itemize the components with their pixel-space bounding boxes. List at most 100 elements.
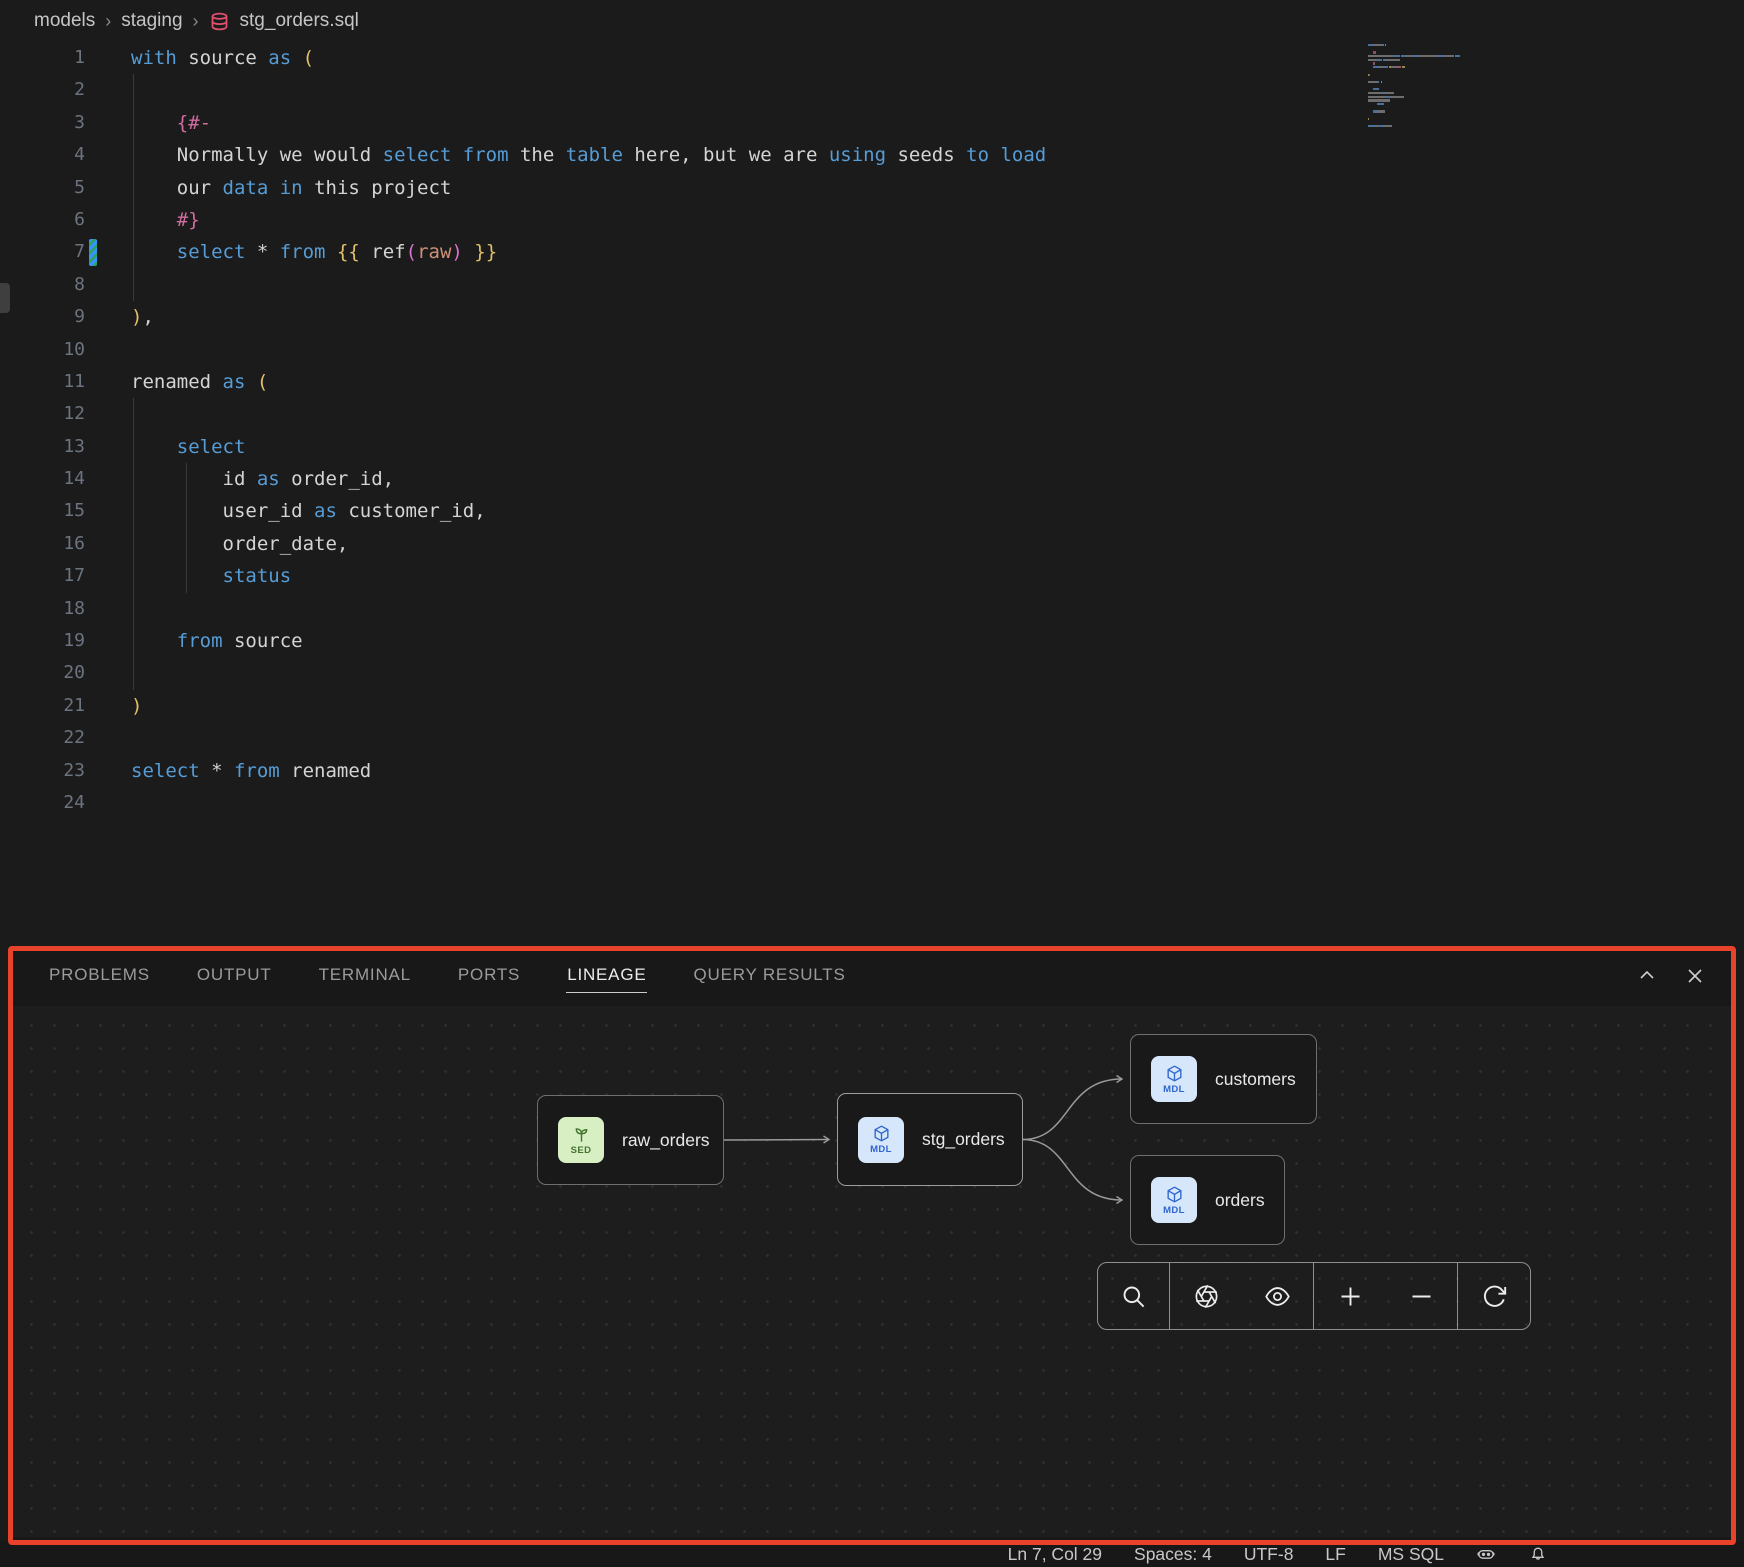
code-editor[interactable]: 1with source as (23 {#-4 Normally we wou… <box>0 42 1744 942</box>
line-number: 4 <box>0 139 85 171</box>
zoom-out-button[interactable] <box>1386 1263 1458 1329</box>
line-number: 20 <box>0 657 85 689</box>
code-line[interactable]: 9), <box>0 301 1744 333</box>
indent-guide <box>186 463 187 593</box>
status-ms-sql[interactable]: MS SQL <box>1378 1544 1444 1565</box>
notifications-bell-icon[interactable] <box>1528 1544 1548 1564</box>
line-number: 21 <box>0 690 85 722</box>
node-label: stg_orders <box>922 1129 1005 1150</box>
refresh-button[interactable] <box>1458 1263 1530 1329</box>
code-line[interactable]: 7 select * from {{ ref(raw) }} <box>0 236 1744 268</box>
code-line[interactable]: 6 #} <box>0 204 1744 236</box>
code-line[interactable]: 22 <box>0 722 1744 754</box>
code-line[interactable]: 17 status <box>0 560 1744 592</box>
lineage-canvas[interactable]: SEDraw_ordersMDLstg_ordersMDLcustomersMD… <box>12 1006 1732 1537</box>
status-lf[interactable]: LF <box>1325 1544 1345 1565</box>
minimap[interactable] <box>1368 44 1520 133</box>
code-line[interactable]: 15 user_id as customer_id, <box>0 495 1744 527</box>
line-number: 13 <box>0 431 85 463</box>
code-line[interactable]: 4 Normally we would select from the tabl… <box>0 139 1744 171</box>
lineage-node-stg_orders[interactable]: MDL stg_orders <box>837 1093 1023 1186</box>
seed-icon: SED <box>558 1117 604 1163</box>
line-number: 10 <box>0 334 85 366</box>
panel-maximize-chevron-icon[interactable] <box>1636 965 1658 987</box>
code-line[interactable]: 10 <box>0 334 1744 366</box>
code-line[interactable]: 5 our data in this project <box>0 172 1744 204</box>
zoom-in-button[interactable] <box>1314 1263 1386 1329</box>
line-number: 7 <box>0 236 85 268</box>
lineage-edge-stg_orders-to-orders <box>1023 1140 1122 1201</box>
lineage-node-customers[interactable]: MDL customers <box>1130 1034 1317 1124</box>
bottom-panel: PROBLEMS OUTPUT TERMINAL PORTS LINEAGE QUERY … <box>8 946 1736 1545</box>
breadcrumb: models › staging › stg_orders.sql <box>0 0 1744 42</box>
tab-lineage[interactable]: LINEAGE <box>566 959 647 993</box>
panel-close-icon[interactable] <box>1684 965 1706 987</box>
sidebar-handle[interactable] <box>0 283 10 313</box>
line-number: 17 <box>0 560 85 592</box>
code-line[interactable]: 24 <box>0 787 1744 819</box>
line-number: 8 <box>0 269 85 301</box>
code-line[interactable]: 14 id as order_id, <box>0 463 1744 495</box>
copilot-icon[interactable] <box>1476 1544 1496 1564</box>
indent-guide <box>133 398 134 690</box>
code-line[interactable]: 18 <box>0 593 1744 625</box>
line-number: 3 <box>0 107 85 139</box>
breadcrumb-file[interactable]: stg_orders.sql <box>240 10 359 32</box>
line-number: 2 <box>0 74 85 106</box>
search-button[interactable] <box>1098 1263 1170 1329</box>
node-badge: MDL <box>1163 1205 1185 1216</box>
line-number: 16 <box>0 528 85 560</box>
line-number: 15 <box>0 495 85 527</box>
node-label: customers <box>1215 1069 1296 1090</box>
status-spaces-4[interactable]: Spaces: 4 <box>1134 1544 1212 1565</box>
line-number: 5 <box>0 172 85 204</box>
tab-query-results[interactable]: QUERY RESULTS <box>692 959 846 993</box>
line-number: 14 <box>0 463 85 495</box>
code-line[interactable]: 11renamed as ( <box>0 366 1744 398</box>
aperture-button[interactable] <box>1170 1263 1242 1329</box>
lineage-node-raw_orders[interactable]: SED raw_orders <box>537 1095 724 1185</box>
node-badge: MDL <box>1163 1084 1185 1095</box>
tab-output[interactable]: OUTPUT <box>196 959 273 993</box>
editor-lines: 1with source as (23 {#-4 Normally we wou… <box>0 42 1744 819</box>
status-bar: Ln 7, Col 29 Spaces: 4 UTF-8 LF MS SQL <box>0 1541 1744 1567</box>
line-number: 23 <box>0 755 85 787</box>
gutter-modified-marker <box>89 239 97 266</box>
breadcrumb-item-models[interactable]: models <box>34 10 95 32</box>
lineage-node-orders[interactable]: MDL orders <box>1130 1155 1285 1245</box>
line-number: 6 <box>0 204 85 236</box>
status-utf-8[interactable]: UTF-8 <box>1244 1544 1294 1565</box>
tab-ports[interactable]: PORTS <box>457 959 521 993</box>
tab-terminal[interactable]: TERMINAL <box>318 959 412 993</box>
lineage-edge-raw_orders-to-stg_orders <box>724 1140 829 1141</box>
lineage-edge-stg_orders-to-customers <box>1023 1079 1122 1140</box>
code-line[interactable]: 23select * from renamed <box>0 755 1744 787</box>
code-line[interactable]: 21) <box>0 690 1744 722</box>
model-icon: MDL <box>1151 1056 1197 1102</box>
line-number: 19 <box>0 625 85 657</box>
code-line[interactable]: 16 order_date, <box>0 528 1744 560</box>
code-line[interactable]: 12 <box>0 398 1744 430</box>
panel-tabbar: PROBLEMS OUTPUT TERMINAL PORTS LINEAGE QUERY … <box>8 946 1736 1006</box>
tab-problems[interactable]: PROBLEMS <box>48 959 151 993</box>
code-line[interactable]: 8 <box>0 269 1744 301</box>
model-icon: MDL <box>1151 1177 1197 1223</box>
node-label: orders <box>1215 1190 1265 1211</box>
line-number: 11 <box>0 366 85 398</box>
code-line[interactable]: 20 <box>0 657 1744 689</box>
line-number: 12 <box>0 398 85 430</box>
eye-button[interactable] <box>1242 1263 1314 1329</box>
code-line[interactable]: 13 select <box>0 431 1744 463</box>
node-badge: SED <box>571 1145 592 1156</box>
code-line[interactable]: 19 from source <box>0 625 1744 657</box>
status-ln-7-col-29[interactable]: Ln 7, Col 29 <box>1008 1544 1102 1565</box>
vscode-window: models › staging › stg_orders.sql 1with … <box>0 0 1744 1567</box>
node-label: raw_orders <box>622 1130 710 1151</box>
breadcrumb-separator: › <box>105 11 111 32</box>
breadcrumb-item-staging[interactable]: staging <box>121 10 182 32</box>
lineage-toolbar <box>1097 1262 1531 1330</box>
line-number: 18 <box>0 593 85 625</box>
panel-tabs: PROBLEMS OUTPUT TERMINAL PORTS LINEAGE QUERY … <box>48 959 847 993</box>
line-number: 22 <box>0 722 85 754</box>
node-badge: MDL <box>870 1144 892 1155</box>
